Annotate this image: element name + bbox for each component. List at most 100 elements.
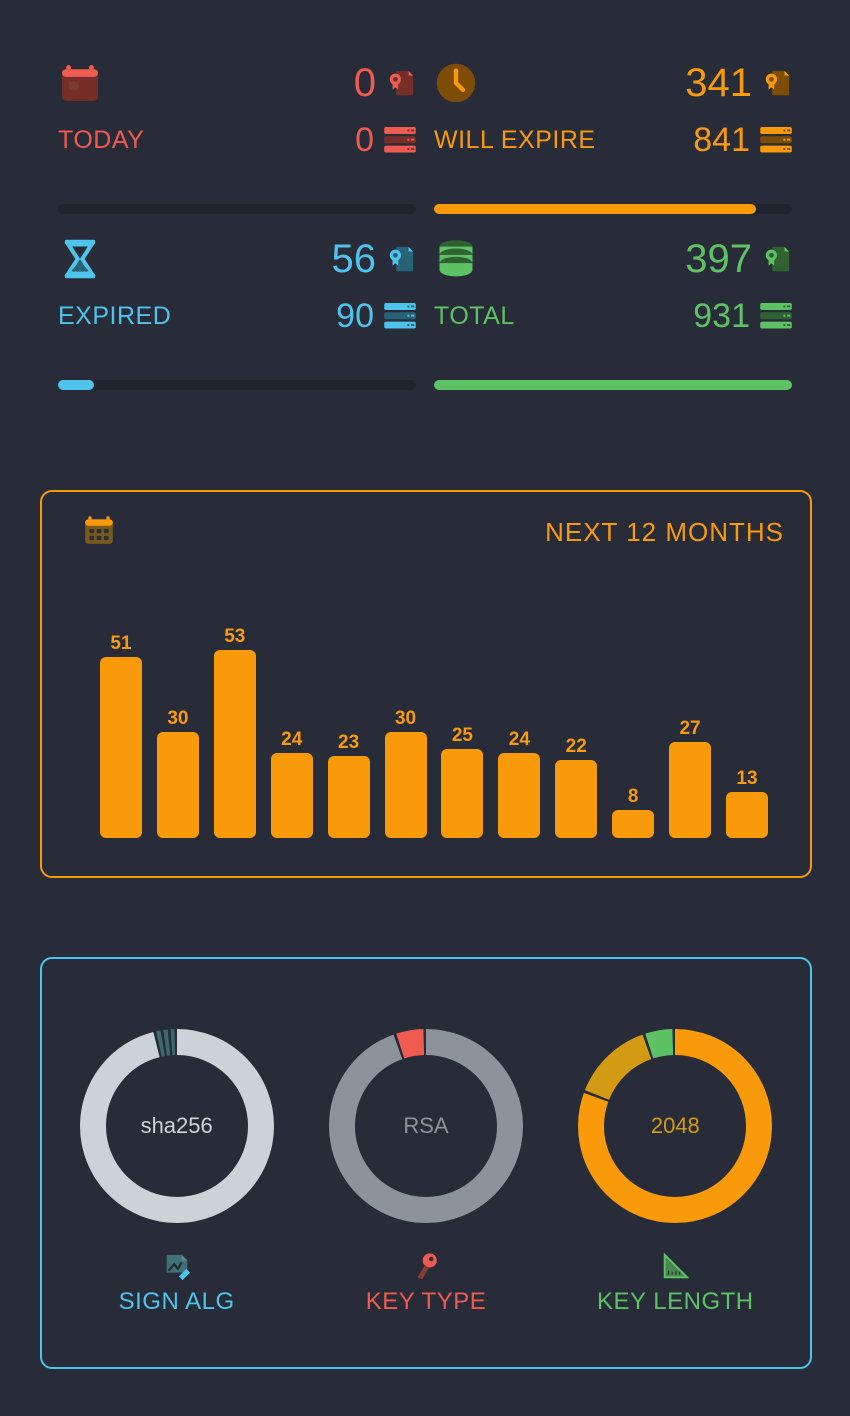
bar-rect bbox=[214, 650, 256, 838]
certificate-count: 397 bbox=[685, 239, 752, 279]
certificate-icon bbox=[762, 68, 792, 98]
server-count-group: 0 bbox=[355, 123, 416, 157]
card-label: TODAY bbox=[58, 126, 144, 155]
bar-value-label: 53 bbox=[224, 627, 245, 646]
bar-value-label: 24 bbox=[281, 730, 302, 749]
progress-track bbox=[58, 204, 416, 214]
server-count-group: 841 bbox=[693, 123, 792, 157]
bar-column[interactable]: 24 bbox=[498, 592, 540, 838]
card-bottom-row: EXPIRED 90 bbox=[58, 290, 416, 342]
donut-cell-sign-alg[interactable]: sha256 SIGN ALG bbox=[59, 1018, 295, 1316]
bar-value-label: 25 bbox=[452, 726, 473, 745]
hourglass-icon bbox=[58, 237, 102, 281]
bar-column[interactable]: 53 bbox=[214, 592, 256, 838]
certificate-attributes-panel[interactable]: sha256 SIGN ALG RSA KEY TYPE 20 bbox=[40, 957, 812, 1369]
donut-center-label: RSA bbox=[318, 1018, 534, 1234]
certificate-count-group: 0 bbox=[354, 63, 416, 103]
summary-card-today[interactable]: 0 TODAY 0 bbox=[58, 52, 416, 210]
bar-panel-title: NEXT 12 MONTHS bbox=[545, 517, 784, 548]
donut-chart-key-length[interactable]: 2048 bbox=[567, 1018, 783, 1234]
server-count-group: 931 bbox=[693, 299, 792, 333]
progress-track bbox=[58, 380, 416, 390]
server-count: 0 bbox=[355, 123, 374, 157]
bar-value-label: 22 bbox=[566, 737, 587, 756]
donut-foot-label: SIGN ALG bbox=[119, 1288, 235, 1316]
next-12-months-panel[interactable]: NEXT 12 MONTHS 51 30 53 24 23 30 25 24 2… bbox=[40, 490, 812, 878]
database-icon bbox=[434, 237, 478, 281]
card-top-row: 397 bbox=[434, 228, 792, 290]
certificate-count-group: 56 bbox=[332, 239, 417, 279]
bar-rect bbox=[100, 657, 142, 838]
ruler-icon bbox=[660, 1252, 690, 1282]
bar-value-label: 23 bbox=[338, 733, 359, 752]
bar-value-label: 13 bbox=[736, 769, 757, 788]
bar-rect bbox=[612, 810, 654, 838]
summary-card-expired[interactable]: 56 EXPIRED 90 bbox=[58, 228, 416, 386]
server-stack-icon bbox=[384, 303, 416, 329]
certificate-count-group: 341 bbox=[685, 63, 792, 103]
bar-column[interactable]: 24 bbox=[271, 592, 313, 838]
card-top-row: 341 bbox=[434, 52, 792, 114]
bar-value-label: 24 bbox=[509, 730, 530, 749]
progress-fill bbox=[434, 204, 756, 214]
bar-rect bbox=[441, 749, 483, 838]
progress-track bbox=[434, 204, 792, 214]
card-label: WILL EXPIRE bbox=[434, 126, 596, 155]
bar-column[interactable]: 13 bbox=[726, 592, 768, 838]
progress-fill bbox=[58, 380, 94, 390]
donut-cell-key-length[interactable]: 2048 KEY LENGTH bbox=[557, 1018, 793, 1316]
bar-column[interactable]: 30 bbox=[385, 592, 427, 838]
card-label: EXPIRED bbox=[58, 302, 171, 331]
calendar-icon bbox=[82, 513, 116, 552]
server-count-group: 90 bbox=[336, 299, 416, 333]
donut-footer: KEY TYPE bbox=[366, 1252, 487, 1316]
bar-value-label: 8 bbox=[628, 787, 639, 806]
bar-rect bbox=[157, 732, 199, 838]
server-count: 90 bbox=[336, 299, 374, 333]
bar-column[interactable]: 30 bbox=[157, 592, 199, 838]
bar-value-label: 51 bbox=[110, 634, 131, 653]
bar-value-label: 30 bbox=[395, 709, 416, 728]
card-bottom-row: TOTAL 931 bbox=[434, 290, 792, 342]
bar-rect bbox=[328, 756, 370, 838]
bar-column[interactable]: 8 bbox=[612, 592, 654, 838]
certificate-icon bbox=[386, 68, 416, 98]
server-count: 841 bbox=[693, 123, 750, 157]
bar-column[interactable]: 25 bbox=[441, 592, 483, 838]
card-top-row: 0 bbox=[58, 52, 416, 114]
certificate-icon bbox=[762, 244, 792, 274]
summary-card-total[interactable]: 397 TOTAL 931 bbox=[434, 228, 792, 386]
bar-column[interactable]: 22 bbox=[555, 592, 597, 838]
donut-footer: SIGN ALG bbox=[119, 1252, 235, 1316]
summary-card-will-expire[interactable]: 341 WILL EXPIRE 841 bbox=[434, 52, 792, 210]
bar-rect bbox=[669, 742, 711, 838]
bar-rect bbox=[385, 732, 427, 838]
donut-foot-label: KEY LENGTH bbox=[597, 1288, 754, 1316]
donut-footer: KEY LENGTH bbox=[597, 1252, 754, 1316]
bar-rect bbox=[271, 753, 313, 838]
clock-icon bbox=[434, 61, 478, 105]
certificate-count: 341 bbox=[685, 63, 752, 103]
certificate-count-group: 397 bbox=[685, 239, 792, 279]
donut-center-label: 2048 bbox=[567, 1018, 783, 1234]
bar-column[interactable]: 51 bbox=[100, 592, 142, 838]
donut-chart-sign-alg[interactable]: sha256 bbox=[69, 1018, 285, 1234]
bar-chart: 51 30 53 24 23 30 25 24 22 8 27 13 bbox=[100, 592, 768, 838]
donut-center-label: sha256 bbox=[69, 1018, 285, 1234]
bar-panel-header: NEXT 12 MONTHS bbox=[42, 492, 810, 572]
bar-value-label: 27 bbox=[679, 719, 700, 738]
bar-column[interactable]: 27 bbox=[669, 592, 711, 838]
progress-fill bbox=[434, 380, 792, 390]
certificate-count: 0 bbox=[354, 63, 376, 103]
server-stack-icon bbox=[760, 303, 792, 329]
bar-column[interactable]: 23 bbox=[328, 592, 370, 838]
card-bottom-row: WILL EXPIRE 841 bbox=[434, 114, 792, 166]
donut-chart-key-type[interactable]: RSA bbox=[318, 1018, 534, 1234]
calendar-icon bbox=[58, 61, 102, 105]
certificate-icon bbox=[386, 244, 416, 274]
key-icon bbox=[411, 1252, 441, 1282]
bar-rect bbox=[555, 760, 597, 838]
donut-cell-key-type[interactable]: RSA KEY TYPE bbox=[308, 1018, 544, 1316]
bar-rect bbox=[498, 753, 540, 838]
card-top-row: 56 bbox=[58, 228, 416, 290]
